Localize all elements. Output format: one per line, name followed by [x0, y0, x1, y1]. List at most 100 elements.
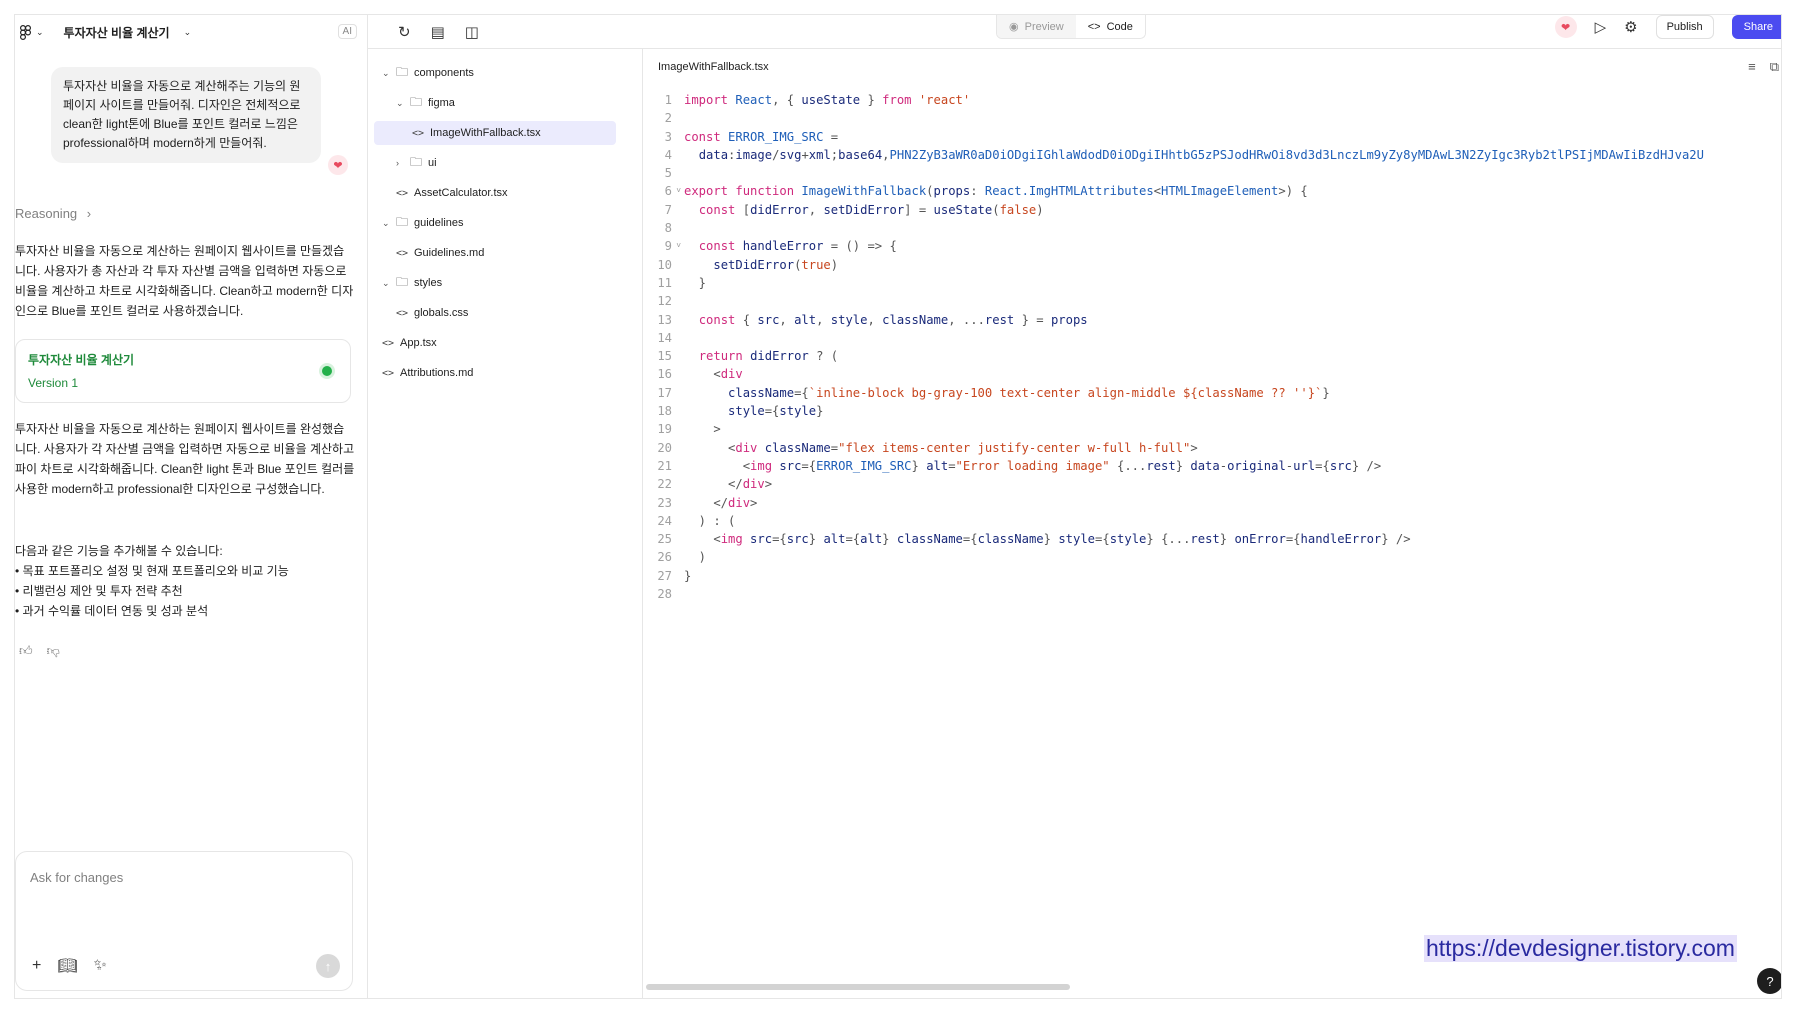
- line-number: 5: [664, 166, 672, 181]
- thumbs-up-icon[interactable]: 👍︎: [19, 643, 33, 659]
- line-number: 13: [657, 312, 672, 327]
- code-line: 20 <div className="flex items-center jus…: [644, 439, 1704, 457]
- tab-preview-label: Preview: [1024, 20, 1064, 33]
- book-icon[interactable]: 📖︎: [57, 956, 77, 976]
- tree-file-assetcalculator[interactable]: <> AssetCalculator.tsx: [396, 181, 508, 205]
- wrap-lines-icon[interactable]: ≡: [1748, 59, 1756, 75]
- tree-folder-ui[interactable]: › 🗀︎ ui: [396, 151, 437, 175]
- tree-label: ImageWithFallback.tsx: [430, 127, 541, 139]
- title-chevron-down-icon[interactable]: ⌄: [184, 27, 192, 38]
- code-text: data:image/svg+xml;base64,PHN2ZyB3aWR0aD…: [698, 147, 1704, 162]
- tree-folder-figma[interactable]: ⌄ 🗀︎ figma: [396, 91, 455, 115]
- code-line: 14: [644, 329, 1704, 347]
- ai-badge[interactable]: AI: [337, 24, 357, 39]
- add-icon[interactable]: +: [32, 957, 41, 975]
- code-line: 17 className={`inline-block bg-gray-100 …: [644, 384, 1704, 402]
- gear-icon[interactable]: ⚙: [1624, 18, 1637, 36]
- line-number: 18: [657, 404, 672, 419]
- code-content[interactable]: 1 import React, { useState } from 'react'…: [644, 91, 1704, 603]
- tree-file-globals-css[interactable]: <> globals.css: [396, 301, 468, 325]
- help-button[interactable]: ?: [1757, 968, 1781, 994]
- user-avatar-heart-icon: ❤: [328, 155, 348, 175]
- tree-file-attributions-md[interactable]: <> Attributions.md: [382, 361, 473, 385]
- code-text: export function ImageWithFallback(props:…: [684, 184, 1308, 199]
- project-title[interactable]: 투자자산 비율 계산기: [64, 24, 170, 41]
- line-number: 22: [657, 477, 672, 492]
- code-text: <div className="flex items-center justif…: [684, 440, 1198, 455]
- code-line: 22 </div>: [644, 475, 1704, 493]
- version-card-title: 투자자산 비율 계산기: [28, 353, 135, 367]
- code-text: }: [684, 275, 707, 290]
- editor-filename: ImageWithFallback.tsx: [658, 61, 769, 73]
- eye-icon: ◉: [1009, 21, 1019, 33]
- refresh-icon[interactable]: ↻: [398, 23, 411, 41]
- code-line: 28: [644, 585, 1704, 603]
- line-number: 23: [657, 495, 672, 510]
- file-tree: ⌄ 🗀︎ components ⌄ 🗀︎ figma <> ImageWithF…: [368, 49, 643, 998]
- code-line: 26 ): [644, 548, 1704, 566]
- folder-icon: 🗀︎: [396, 214, 409, 229]
- responsive-view-icon[interactable]: ◫: [465, 23, 479, 41]
- code-line: 11 }: [644, 274, 1704, 292]
- user-avatar-heart-icon[interactable]: ❤: [1554, 16, 1577, 38]
- reasoning-toggle[interactable]: Reasoning ›: [15, 206, 91, 221]
- assistant-reply-1: 투자자산 비율을 자동으로 계산하는 원페이지 웹사이트를 만들겠습니다. 사용…: [15, 244, 354, 318]
- code-text: return didError ? (: [698, 349, 839, 364]
- chevron-right-icon: ›: [396, 158, 399, 168]
- project-header: ⌄ 투자자산 비율 계산기 ⌄ AI: [15, 15, 367, 49]
- tab-code[interactable]: <> Code: [1075, 15, 1145, 38]
- copy-icon[interactable]: ⧉: [1770, 59, 1779, 75]
- tree-file-app-tsx[interactable]: <> App.tsx: [382, 331, 437, 355]
- line-number: 10: [657, 257, 672, 272]
- line-number: 3: [664, 129, 672, 144]
- horizontal-scrollbar[interactable]: [646, 984, 1070, 990]
- folder-icon: 🗀︎: [410, 94, 423, 109]
- line-number: 11: [657, 275, 672, 290]
- tree-file-imagewithfallback[interactable]: <> ImageWithFallback.tsx: [374, 121, 616, 145]
- version-card[interactable]: 투자자산 비율 계산기 Version 1: [15, 339, 351, 403]
- fold-chevron-icon[interactable]: ˅: [676, 237, 681, 255]
- tab-preview[interactable]: ◉ Preview: [997, 15, 1076, 38]
- line-number: 28: [657, 587, 672, 602]
- editor-tools: ≡ ⧉: [1748, 59, 1779, 75]
- tree-file-guidelines-md[interactable]: <> Guidelines.md: [396, 241, 484, 265]
- version-card-version: Version 1: [28, 376, 79, 390]
- code-text: <img src={ERROR_IMG_SRC} alt="Error load…: [684, 458, 1382, 473]
- panel-layout-icon[interactable]: ▤: [431, 23, 445, 41]
- folder-icon: 🗀︎: [396, 64, 409, 79]
- tree-label: components: [414, 67, 474, 79]
- composer-tools: + 📖︎ ✨︎: [32, 956, 107, 976]
- code-file-icon: <>: [396, 187, 409, 199]
- send-button[interactable]: ↑: [316, 954, 340, 978]
- share-button[interactable]: Share: [1731, 15, 1781, 39]
- code-line: 10 setDidError(true): [644, 256, 1704, 274]
- tree-folder-styles[interactable]: ⌄ 🗀︎ styles: [382, 271, 442, 295]
- tree-label: Guidelines.md: [414, 247, 485, 259]
- tree-label: styles: [414, 277, 443, 289]
- chevron-right-icon: ›: [86, 206, 92, 221]
- chevron-down-icon: ⌄: [382, 277, 390, 288]
- code-text: </div>: [684, 495, 758, 510]
- code-text: const ERROR_IMG_SRC =: [684, 129, 839, 144]
- reasoning-label: Reasoning: [15, 206, 78, 221]
- chevron-down-icon: ⌄: [382, 67, 390, 78]
- folder-icon: 🗀︎: [396, 274, 409, 289]
- tree-folder-guidelines[interactable]: ⌄ 🗀︎ guidelines: [382, 211, 464, 235]
- magic-select-icon[interactable]: ✨︎: [94, 957, 107, 975]
- toolbar-right: ❤ ▷ ⚙ Publish Share: [1554, 15, 1781, 39]
- thumbs-down-icon[interactable]: 👎︎: [47, 643, 60, 659]
- play-icon[interactable]: ▷: [1595, 18, 1607, 36]
- code-line: 1 import React, { useState } from 'react': [644, 91, 1704, 109]
- logo-chevron-down-icon[interactable]: ⌄: [36, 27, 44, 38]
- code-text: style={style}: [728, 404, 824, 419]
- tree-folder-components[interactable]: ⌄ 🗀︎ components: [382, 61, 474, 85]
- line-number: 2: [664, 111, 672, 126]
- code-line: 13 const { src, alt, style, className, .…: [644, 311, 1704, 329]
- line-number: 1: [664, 93, 672, 107]
- figma-logo-icon[interactable]: [17, 24, 33, 40]
- code-line: 23 </div>: [644, 494, 1704, 512]
- fold-chevron-icon[interactable]: ˅: [676, 182, 681, 200]
- publish-button[interactable]: Publish: [1655, 15, 1714, 39]
- tree-label: ui: [428, 157, 437, 169]
- ask-for-changes-input[interactable]: [30, 870, 330, 885]
